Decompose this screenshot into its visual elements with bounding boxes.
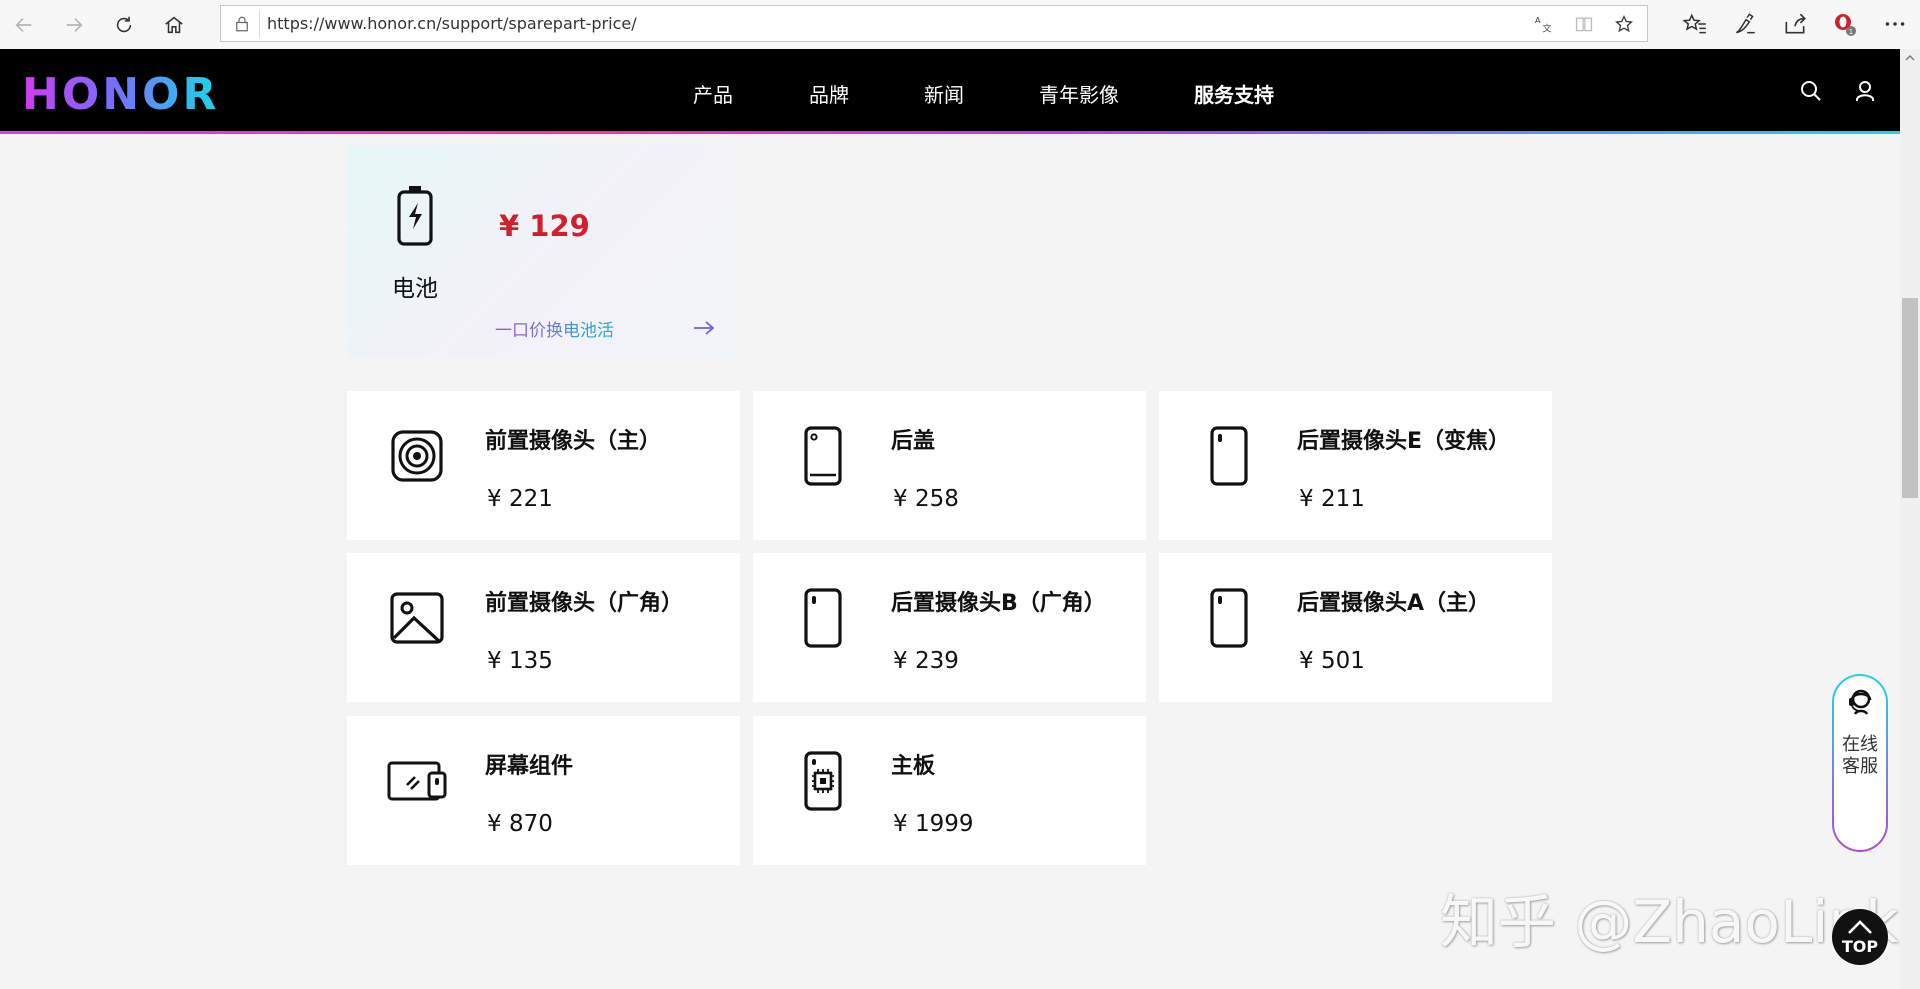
- battery-name: 电池: [392, 276, 438, 302]
- part-name: 后置摄像头A（主）: [1297, 591, 1491, 616]
- part-price: ¥ 135: [487, 648, 553, 674]
- address-bar[interactable]: https://www.honor.cn/support/sparepart-p…: [220, 5, 1648, 42]
- part-name: 后置摄像头E（变焦）: [1297, 429, 1511, 454]
- part-card-rear-camera-b[interactable]: 后置摄像头B（广角） ¥ 239: [753, 553, 1146, 702]
- part-price: ¥ 239: [893, 648, 959, 674]
- address-separator: [259, 10, 260, 38]
- part-price: ¥ 258: [893, 486, 959, 512]
- translate-icon[interactable]: A文: [1534, 14, 1554, 34]
- refresh-button[interactable]: [108, 9, 140, 41]
- customer-service-label: 在线客服: [1842, 734, 1878, 777]
- part-card-front-camera-wide[interactable]: 前置摄像头（广角） ¥ 135: [347, 553, 740, 702]
- browser-toolbar: https://www.honor.cn/support/sparepart-p…: [0, 0, 1920, 50]
- lock-icon: [236, 16, 248, 32]
- honor-logo[interactable]: HONOR: [22, 69, 219, 120]
- svg-text:文: 文: [1542, 23, 1551, 35]
- svg-text:A: A: [1535, 15, 1541, 25]
- battery-icon: [397, 186, 433, 246]
- mainboard-icon: [804, 751, 842, 811]
- arrow-left-icon: [15, 17, 32, 33]
- battery-promo-link[interactable]: 一口价换电池活: [495, 316, 614, 341]
- favorites-list-icon[interactable]: [1682, 11, 1708, 37]
- rear-camera-icon: [804, 588, 842, 648]
- zhihu-watermark: 知乎 @ZhaoLink: [1440, 888, 1899, 956]
- part-name: 前置摄像头（主）: [485, 429, 662, 454]
- url-text[interactable]: https://www.honor.cn/support/sparepart-p…: [267, 14, 637, 33]
- nav-item-products[interactable]: 产品: [693, 79, 733, 108]
- refresh-icon: [116, 16, 132, 33]
- forward-button[interactable]: [58, 9, 90, 41]
- nav-item-service-support[interactable]: 服务支持: [1194, 79, 1274, 108]
- opera-extension-icon[interactable]: 1: [1832, 11, 1858, 37]
- rear-camera-icon: [1210, 588, 1248, 648]
- user-icon[interactable]: [1853, 79, 1877, 103]
- part-card-mainboard[interactable]: 主板 ¥ 1999: [753, 716, 1146, 865]
- more-options-icon[interactable]: [1882, 11, 1908, 37]
- battery-price: ¥ 129: [499, 209, 590, 243]
- part-card-rear-camera-a[interactable]: 后置摄像头A（主） ¥ 501: [1159, 553, 1552, 702]
- favorite-star-icon[interactable]: [1614, 14, 1634, 34]
- arrow-right-icon: [66, 17, 83, 33]
- part-price: ¥ 211: [1299, 486, 1365, 512]
- part-card-front-camera-main[interactable]: 前置摄像头（主） ¥ 221: [347, 391, 740, 540]
- reading-view-icon[interactable]: [1574, 14, 1594, 34]
- arrow-right-icon[interactable]: [692, 319, 716, 337]
- wide-angle-image-icon: [390, 592, 444, 644]
- pen-notes-icon[interactable]: [1732, 11, 1758, 37]
- rear-camera-icon: [1210, 426, 1248, 486]
- search-icon[interactable]: [1799, 79, 1823, 103]
- home-button[interactable]: [158, 9, 190, 41]
- part-name: 后盖: [891, 429, 936, 454]
- part-price: ¥ 221: [487, 486, 553, 512]
- part-card-back-cover[interactable]: 后盖 ¥ 258: [753, 391, 1146, 540]
- headset-agent-icon: [1849, 689, 1872, 715]
- site-header: HONOR 产品 品牌 新闻 青年影像 服务支持: [0, 49, 1900, 134]
- online-customer-service-button[interactable]: 在线客服: [1832, 674, 1888, 852]
- part-price: ¥ 501: [1299, 648, 1365, 674]
- back-to-top-button[interactable]: TOP: [1832, 909, 1888, 965]
- part-name: 主板: [891, 754, 936, 779]
- scrollbar-thumb[interactable]: [1902, 298, 1918, 498]
- nav-item-news[interactable]: 新闻: [924, 79, 964, 108]
- part-card-screen-assembly[interactable]: 屏幕组件 ¥ 870: [347, 716, 740, 865]
- home-icon: [165, 16, 183, 34]
- front-camera-icon: [391, 430, 443, 482]
- nav-item-youth-imaging[interactable]: 青年影像: [1039, 79, 1119, 108]
- share-icon[interactable]: [1782, 11, 1808, 37]
- chevron-up-icon: [1848, 920, 1872, 934]
- back-to-top-label: TOP: [1841, 937, 1879, 956]
- page-scrollbar[interactable]: [1900, 49, 1920, 989]
- part-card-rear-camera-e[interactable]: 后置摄像头E（变焦） ¥ 211: [1159, 391, 1552, 540]
- back-button[interactable]: [8, 9, 40, 41]
- scroll-up-icon[interactable]: [1904, 52, 1916, 64]
- part-name: 后置摄像头B（广角）: [891, 591, 1106, 616]
- part-price: ¥ 870: [487, 811, 553, 837]
- part-price: ¥ 1999: [893, 811, 974, 837]
- nav-item-brand[interactable]: 品牌: [809, 79, 849, 108]
- back-cover-icon: [804, 426, 842, 486]
- part-name: 屏幕组件: [485, 754, 574, 779]
- part-name: 前置摄像头（广角）: [485, 591, 684, 616]
- screen-assembly-icon: [387, 761, 447, 801]
- header-gradient-line: [0, 131, 1900, 134]
- svg-text:1: 1: [1849, 28, 1853, 36]
- battery-card[interactable]: 电池 ¥ 129 一口价换电池活: [347, 145, 737, 358]
